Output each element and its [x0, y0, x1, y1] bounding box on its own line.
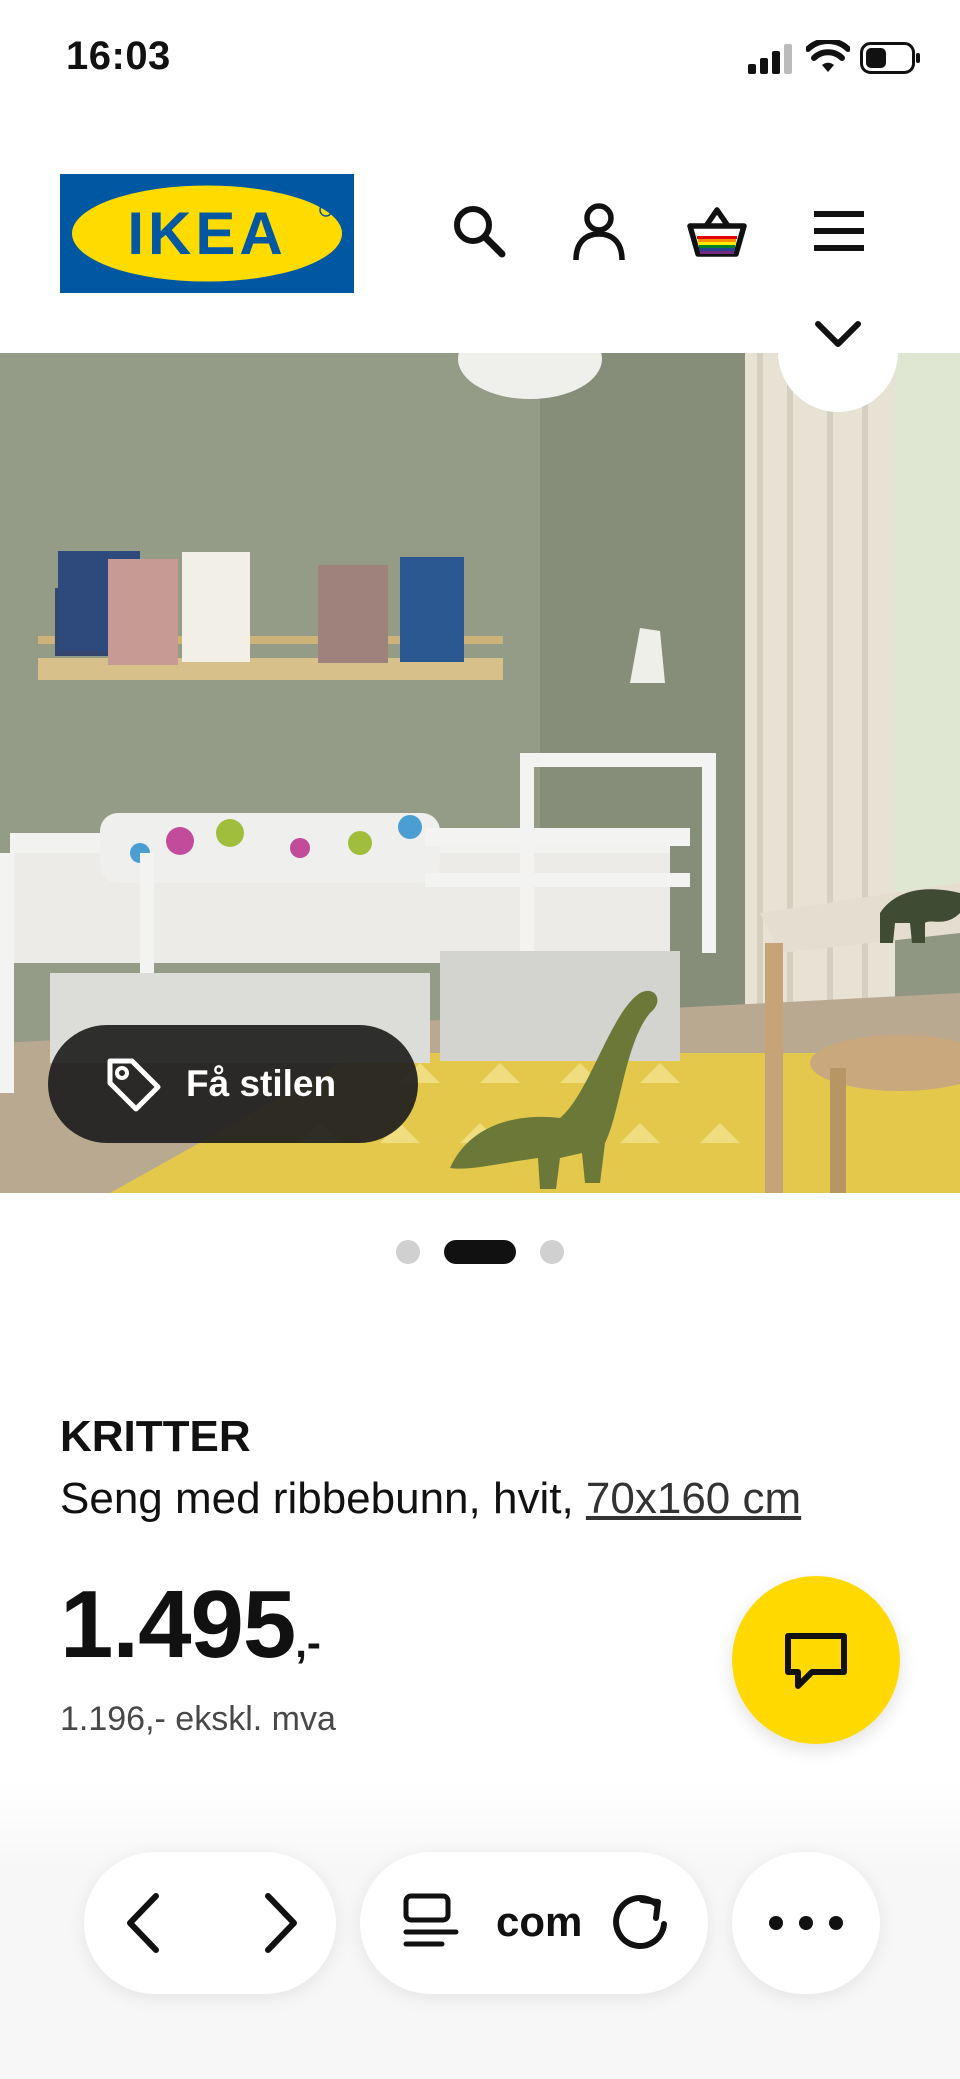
carousel-dot[interactable] — [396, 1240, 420, 1264]
menu-icon[interactable] — [808, 200, 870, 262]
chevron-down-icon — [815, 321, 861, 347]
chat-bubble-icon — [785, 1633, 847, 1689]
tag-icon — [107, 1058, 161, 1112]
carousel-dot[interactable] — [540, 1240, 564, 1264]
logo-text: IKEA — [127, 200, 286, 267]
get-the-style-label: Få stilen — [186, 1063, 337, 1104]
cellular-signal-icon — [748, 44, 792, 74]
battery-icon — [860, 42, 920, 74]
wifi-icon — [806, 40, 850, 72]
favourite-button[interactable] — [778, 316, 898, 412]
product-description-text: Seng med ribbebunn, hvit, — [60, 1474, 574, 1523]
get-the-style-button[interactable]: Få stilen — [48, 1025, 418, 1143]
page-menu-icon[interactable] — [398, 1888, 464, 1954]
carousel-dot-active[interactable] — [444, 1240, 516, 1264]
product-name: KRITTER — [60, 1412, 251, 1461]
product-description: Seng med ribbebunn, hvit, 70x160 cm — [60, 1474, 801, 1524]
url-text[interactable]: com — [496, 1898, 582, 1946]
price-excl-vat: 1.196,- ekskl. mva — [60, 1700, 336, 1738]
reload-icon[interactable] — [606, 1886, 674, 1954]
search-icon[interactable] — [448, 200, 510, 262]
account-icon[interactable] — [568, 200, 630, 262]
price-main: 1.495 — [60, 1571, 296, 1678]
ellipsis-icon — [769, 1916, 843, 1930]
more-options-button[interactable] — [732, 1852, 880, 1994]
product-price: 1.495 ,- — [60, 1570, 321, 1680]
product-size-link[interactable]: 70x160 cm — [586, 1474, 801, 1523]
basket-icon[interactable] — [686, 200, 748, 262]
price-suffix: ,- — [295, 1619, 321, 1666]
back-arrow-icon[interactable] — [110, 1888, 180, 1958]
ikea-logo[interactable]: IKEA — [60, 174, 354, 293]
chat-button[interactable] — [732, 1576, 900, 1744]
forward-arrow-icon[interactable] — [244, 1888, 314, 1958]
status-time: 16:03 — [66, 34, 171, 78]
